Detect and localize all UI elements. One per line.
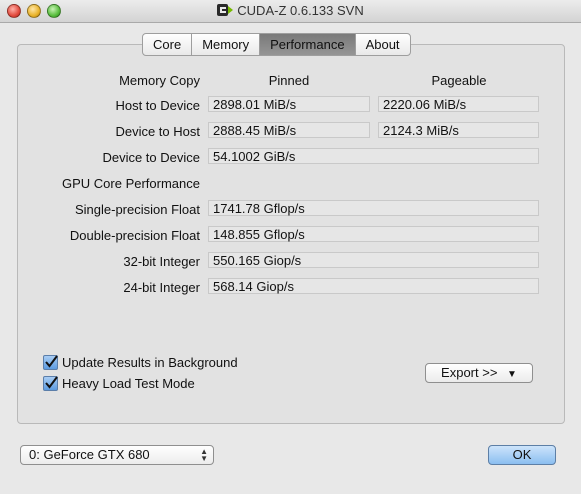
export-button-label: Export >> [441, 365, 498, 380]
device-select[interactable]: 0: GeForce GTX 680 ▲ ▼ [20, 445, 214, 465]
up-down-arrows-icon: ▲ ▼ [200, 447, 208, 463]
checkmark-icon [45, 355, 58, 368]
tab-performance[interactable]: Performance [260, 34, 356, 55]
int24-value: 568.14 Giop/s [208, 278, 539, 294]
ok-button[interactable]: OK [488, 445, 556, 465]
tab-about[interactable]: About [356, 34, 410, 55]
device-to-host-pinned-value: 2888.45 MiB/s [208, 122, 370, 138]
export-button[interactable]: Export >> ▼ [425, 363, 533, 383]
update-background-option[interactable]: Update Results in Background [43, 355, 238, 370]
int24-label: 24-bit Integer [123, 280, 200, 295]
single-precision-float-label: Single-precision Float [74, 202, 200, 217]
window-title: CUDA-Z 0.6.133 SVN [237, 3, 364, 18]
tab-core[interactable]: Core [143, 34, 193, 55]
host-to-device-label: Host to Device [115, 98, 200, 113]
int32-value: 550.165 Giop/s [208, 252, 539, 268]
double-precision-float-value: 148.855 Gflop/s [208, 226, 539, 242]
checkmark-icon [45, 376, 58, 389]
device-to-host-pageable-value: 2124.3 MiB/s [378, 122, 539, 138]
memory-copy-label: Memory Copy [119, 73, 200, 88]
heavy-load-label: Heavy Load Test Mode [62, 376, 195, 391]
triangle-down-icon: ▼ [507, 369, 517, 380]
int32-label: 32-bit Integer [123, 254, 200, 269]
device-select-value: 0: GeForce GTX 680 [29, 447, 150, 462]
title-bar: CUDA-Z 0.6.133 SVN [0, 0, 581, 23]
host-to-device-pinned-value: 2898.01 MiB/s [208, 96, 370, 112]
device-to-device-value: 54.1002 GiB/s [208, 148, 539, 164]
device-to-device-label: Device to Device [102, 150, 200, 165]
single-precision-float-value: 1741.78 Gflop/s [208, 200, 539, 216]
device-to-host-label: Device to Host [115, 124, 200, 139]
cuda-z-app-icon [217, 4, 234, 16]
update-background-label: Update Results in Background [62, 355, 238, 370]
tab-bar: Core Memory Performance About [142, 33, 411, 56]
tab-memory[interactable]: Memory [192, 34, 261, 55]
gpu-core-performance-label: GPU Core Performance [62, 176, 200, 191]
pinned-column-header: Pinned [268, 73, 310, 88]
double-precision-float-label: Double-precision Float [69, 228, 200, 243]
pageable-column-header: Pageable [431, 73, 487, 88]
host-to-device-pageable-value: 2220.06 MiB/s [378, 96, 539, 112]
heavy-load-checkbox[interactable] [43, 376, 58, 391]
heavy-load-option[interactable]: Heavy Load Test Mode [43, 376, 195, 391]
update-background-checkbox[interactable] [43, 355, 58, 370]
